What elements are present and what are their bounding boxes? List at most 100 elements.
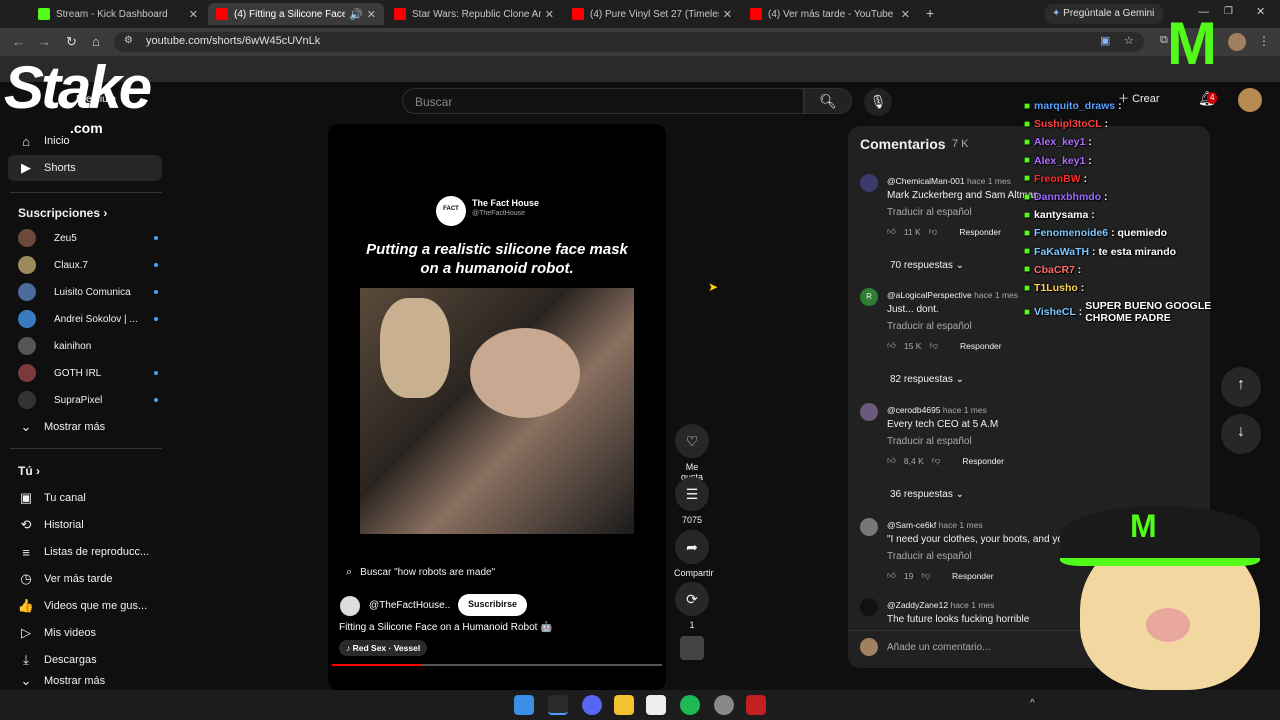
thumbs-up-icon[interactable]: 👍︎ [887, 570, 896, 581]
you-heading[interactable]: Tú › [18, 464, 40, 478]
sound-pill[interactable]: ♪ Red Sex · Vessel [339, 640, 428, 656]
thumbs-down-icon[interactable]: 👎︎ [929, 226, 938, 237]
discord-icon[interactable] [582, 695, 602, 715]
translate-link[interactable]: Traducir al español [887, 321, 972, 332]
tab-watch-later[interactable]: (4) Ver más tarde - YouTube ✕ [742, 3, 918, 25]
comments-button[interactable]: ☰ 7075 [674, 477, 710, 525]
avatar[interactable] [860, 403, 878, 421]
show-more-you-button[interactable]: ⌄ Mostrar más [8, 674, 162, 688]
sidebar-item-my-videos[interactable]: ▷ Mis videos [8, 620, 162, 646]
view-replies-button[interactable]: 36 respuestas ⌄ [890, 489, 964, 500]
short-video-player[interactable]: FACT The Fact House @TheFactHouse Puttin… [328, 124, 666, 690]
progress-track[interactable] [332, 664, 662, 666]
sound-thumbnail[interactable] [680, 636, 704, 660]
show-more-subs-button[interactable]: ⌄ Mostrar más [8, 414, 162, 440]
tab-star-wars[interactable]: Star Wars: Republic Clone Army ✕ [386, 3, 562, 25]
thumbs-up-icon[interactable]: 👍︎ [887, 455, 896, 466]
address-bar[interactable]: ⚙ youtube.com/shorts/6wW45cUVnLk ▣ ☆ [114, 32, 1144, 52]
reply-button[interactable]: Responder [960, 341, 1002, 351]
close-tab-icon[interactable]: ✕ [723, 8, 732, 21]
share-button[interactable]: ➦ Compartir [674, 530, 714, 578]
sidebar-sub-goth-irl[interactable]: GOTH IRL [18, 363, 158, 383]
tray-chevron-icon[interactable]: ^ [1030, 698, 1035, 709]
sidebar-item-shorts[interactable]: ▶ Shorts [8, 155, 162, 181]
subscriptions-heading[interactable]: Suscripciones › [18, 206, 107, 220]
comment-author[interactable]: @cerodb4695 [887, 405, 941, 415]
avatar[interactable] [860, 518, 878, 536]
browser-menu-icon[interactable]: ⋮ [1258, 34, 1270, 48]
sidebar-sub-suprapixel[interactable]: SupraPixel [18, 390, 158, 410]
forward-icon[interactable]: → [38, 34, 51, 49]
reply-button[interactable]: Responder [962, 456, 1004, 466]
speaker-icon[interactable]: 🔊 [349, 8, 363, 21]
thumbs-up-icon[interactable]: 👍︎ [887, 226, 896, 237]
chrome-icon[interactable] [548, 695, 568, 715]
remix-button[interactable]: ⟳ 1 [674, 582, 710, 630]
avatar[interactable]: R [860, 288, 878, 306]
thumbs-up-icon[interactable]: 👍︎ [887, 340, 896, 351]
sidebar-item-historial[interactable]: ⟲ Historial [8, 512, 162, 538]
account-avatar[interactable] [1238, 88, 1262, 112]
view-replies-button[interactable]: 70 respuestas ⌄ [890, 260, 964, 271]
previous-short-button[interactable]: ↑ [1221, 367, 1261, 407]
maximize-icon[interactable]: ❐ [1224, 6, 1233, 17]
cast-icon[interactable]: ▣ [1100, 34, 1110, 47]
sidebar-item-downloads[interactable]: ⤓ Descargas [8, 647, 162, 673]
thumbs-down-icon[interactable]: 👎︎ [929, 340, 938, 351]
reply-button[interactable]: Responder [959, 227, 1001, 237]
back-icon[interactable]: ← [12, 34, 25, 49]
subscribe-button[interactable]: Suscribirse [458, 594, 528, 616]
sidebar-sub-kainihon[interactable]: kainihon [18, 336, 158, 356]
thumbs-down-icon[interactable]: 👎︎ [932, 455, 941, 466]
comment-author[interactable]: @Sam-ce6kf [887, 520, 936, 530]
steam-icon[interactable] [714, 695, 734, 715]
translate-link[interactable]: Traducir al español [887, 436, 972, 447]
search-input[interactable]: Buscar [402, 88, 804, 114]
thumbs-down-icon[interactable]: 👎︎ [921, 570, 930, 581]
close-tab-icon[interactable]: ✕ [545, 8, 554, 21]
profile-avatar[interactable] [1228, 33, 1246, 51]
close-tab-icon[interactable]: ✕ [367, 8, 376, 21]
site-info-icon[interactable]: ⚙ [124, 35, 133, 46]
add-comment-input[interactable]: Añade un comentario... [887, 642, 990, 653]
obs-icon[interactable] [646, 695, 666, 715]
channel-name[interactable]: @TheFactHouse.. [369, 600, 450, 611]
sidebar-sub-andrei[interactable]: Andrei Sokolov | ... [18, 309, 158, 329]
channel-avatar[interactable] [340, 596, 360, 616]
gemini-button[interactable]: ✦ Pregúntale a Gemini [1044, 4, 1164, 24]
tab-kick-dashboard[interactable]: Stream - Kick Dashboard ✕ [30, 3, 206, 25]
comment-author[interactable]: @ChemicalMan-001 [887, 176, 965, 186]
tab-active-short[interactable]: (4) Fitting a Silicone Face on🔊✕ [208, 3, 384, 25]
sidebar-item-watch-later[interactable]: ◷ Ver más tarde [8, 566, 162, 592]
close-window-icon[interactable]: ✕ [1256, 5, 1265, 18]
view-replies-button[interactable]: 82 respuestas ⌄ [890, 374, 964, 385]
reply-button[interactable]: Responder [952, 571, 994, 581]
translate-link[interactable]: Traducir al español [887, 207, 972, 218]
comment-author[interactable]: @aLogicalPerspective [887, 290, 972, 300]
reload-icon[interactable]: ↻ [66, 34, 77, 50]
home-browser-icon[interactable]: ⌂ [92, 34, 100, 49]
sidebar-item-liked[interactable]: 👍 Videos que me gus... [8, 593, 162, 619]
comment-author[interactable]: @ZaddyZane12 [887, 600, 948, 610]
sidebar-sub-zeu5[interactable]: Zeu5 [18, 228, 158, 248]
sidebar-item-tu-canal[interactable]: ▣ Tu canal [8, 485, 162, 511]
new-tab-icon[interactable]: + [926, 5, 934, 21]
sidebar-sub-claux[interactable]: Claux.7 [18, 255, 158, 275]
related-search[interactable]: ⌕ Buscar "how robots are made" [338, 566, 656, 579]
close-tab-icon[interactable]: ✕ [901, 8, 910, 21]
like-button[interactable]: ♡Me gusta [674, 424, 710, 482]
avatar[interactable] [860, 598, 878, 616]
sidebar-item-playlists[interactable]: ≡ Listas de reproducc... [8, 539, 162, 565]
app-icon[interactable] [746, 695, 766, 715]
voice-search-button[interactable]: 🎙︎ [864, 88, 892, 116]
sidebar-sub-luisito[interactable]: Luisito Comunica [18, 282, 158, 302]
next-short-button[interactable]: ↓ [1221, 414, 1261, 454]
spotify-icon[interactable] [680, 695, 700, 715]
search-button[interactable]: 🔍︎ [804, 88, 852, 114]
start-icon[interactable] [514, 695, 534, 715]
close-tab-icon[interactable]: ✕ [189, 8, 198, 21]
bookmark-star-icon[interactable]: ☆ [1124, 34, 1134, 47]
tab-pure-vinyl[interactable]: (4) Pure Vinyl Set 27 (Timeless ✕ [564, 3, 740, 25]
translate-link[interactable]: Traducir al español [887, 551, 972, 562]
avatar[interactable] [860, 174, 878, 192]
